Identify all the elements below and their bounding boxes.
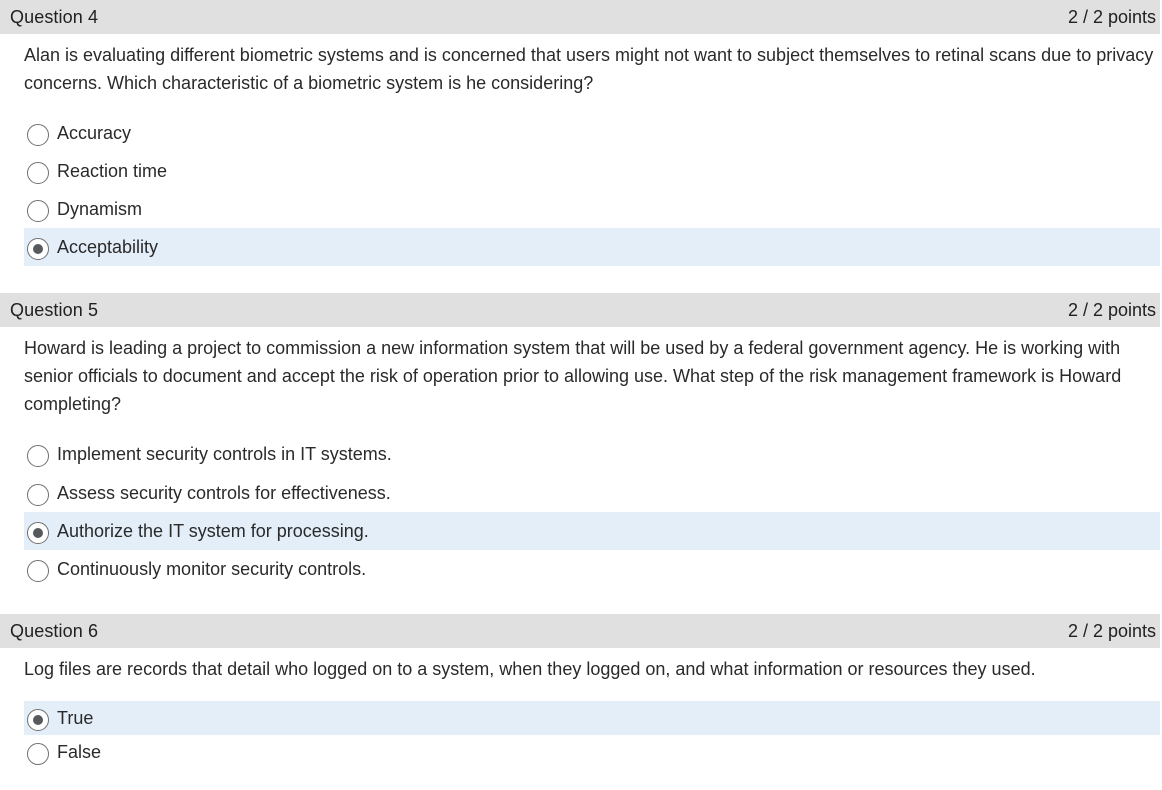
question-points: 2 / 2 points <box>1067 620 1156 641</box>
answer-label: Implement security controls in IT system… <box>57 444 392 464</box>
answer-option[interactable]: Accuracy <box>24 114 1160 152</box>
answer-label: Acceptability <box>57 237 159 257</box>
answer-label: Reaction time <box>57 161 168 181</box>
answer-option[interactable]: Implement security controls in IT system… <box>24 435 1160 473</box>
answer-option[interactable]: True <box>24 701 1160 735</box>
question-header: Question 6 2 / 2 points <box>0 614 1160 648</box>
question-header: Question 5 2 / 2 points <box>0 293 1160 327</box>
radio-button[interactable] <box>27 200 49 222</box>
answer-option[interactable]: Dynamism <box>24 190 1160 228</box>
radio-button[interactable] <box>27 709 49 731</box>
answer-label: True <box>57 708 94 728</box>
radio-button[interactable] <box>27 743 49 765</box>
answer-label: False <box>57 742 102 762</box>
question-points: 2 / 2 points <box>1067 299 1156 320</box>
radio-button[interactable] <box>27 238 49 260</box>
radio-button[interactable] <box>27 560 49 582</box>
question-title: Question 4 <box>10 6 99 27</box>
radio-button[interactable] <box>27 484 49 506</box>
answer-option[interactable]: False <box>24 735 1160 769</box>
radio-button[interactable] <box>27 162 49 184</box>
radio-button[interactable] <box>27 124 49 146</box>
answer-option[interactable]: Assess security controls for effectivene… <box>24 474 1160 512</box>
question-header: Question 4 2 / 2 points <box>0 0 1160 34</box>
question-title: Question 5 <box>10 299 99 320</box>
question-text: Log files are records that detail who lo… <box>24 659 1036 679</box>
answer-option[interactable]: Acceptability <box>24 228 1160 266</box>
answer-label: Dynamism <box>57 199 143 219</box>
answer-label: Accuracy <box>57 123 132 143</box>
question-text: Howard is leading a project to commissio… <box>24 338 1122 414</box>
question-points: 2 / 2 points <box>1067 6 1156 27</box>
answer-option[interactable]: Authorize the IT system for processing. <box>24 512 1160 550</box>
radio-button[interactable] <box>27 445 49 467</box>
answer-label: Assess security controls for effectivene… <box>57 483 391 503</box>
question-text: Alan is evaluating different biometric s… <box>24 45 1154 93</box>
answer-label: Continuously monitor security controls. <box>57 559 367 579</box>
answer-label: Authorize the IT system for processing. <box>57 521 369 541</box>
question-title: Question 6 <box>10 620 99 641</box>
answer-option[interactable]: Continuously monitor security controls. <box>24 550 1160 588</box>
radio-button[interactable] <box>27 522 49 544</box>
answer-option[interactable]: Reaction time <box>24 152 1160 190</box>
